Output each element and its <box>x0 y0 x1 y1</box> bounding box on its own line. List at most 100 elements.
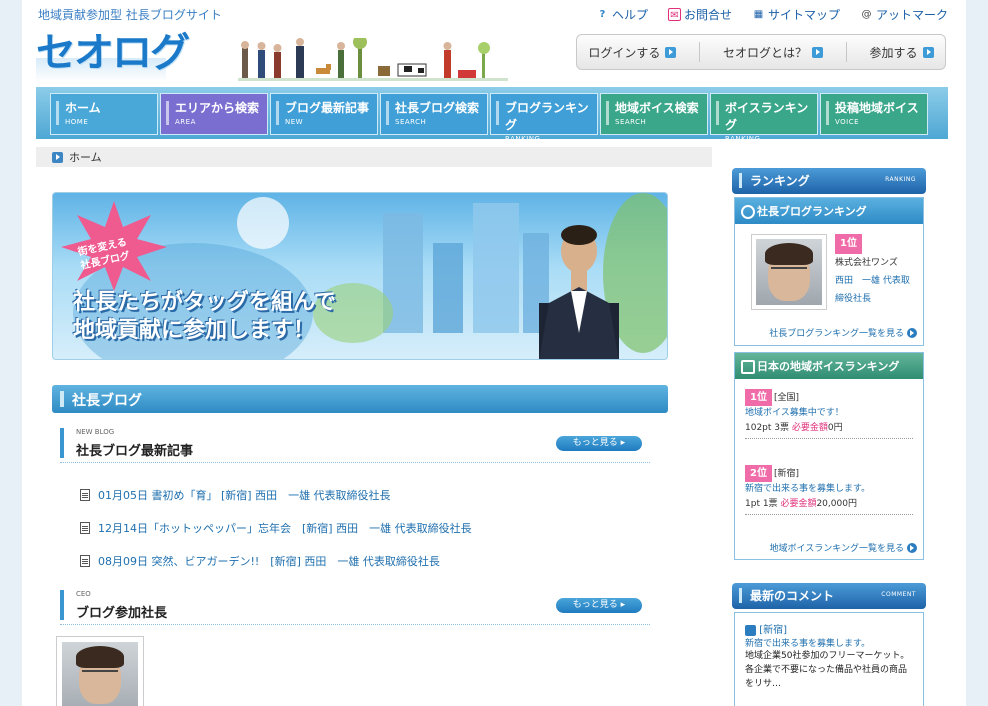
need-amount: 0円 <box>827 423 843 433</box>
mail-icon: ✉ <box>667 8 681 21</box>
comment-header-en: COMMENT <box>881 591 916 598</box>
nav-sublabel: VOICE <box>835 118 860 126</box>
nav-home[interactable]: ホーム HOME <box>50 93 158 135</box>
nav-label: ブログランキング <box>505 101 589 132</box>
list-item[interactable]: 08月09日 突然、ビアガーデン!! [新宿] 西田 一雄 代表取締役社長 <box>80 544 640 577</box>
nav-sublabel: AREA <box>175 118 196 126</box>
play-icon <box>745 624 756 636</box>
voice-points: 1pt 1票 <box>745 499 778 509</box>
voice-entry[interactable]: 1位 [全国] 地域ボイス募集中です！ 102pt 3票 必要金額0円 <box>745 389 913 439</box>
figurines-illustration <box>238 38 508 81</box>
about-button-label: セオログとは？ <box>722 45 807 60</box>
nav-voice-search[interactable]: 地域ボイス検索 SEARCH <box>600 93 708 135</box>
main-nav: ホーム HOME エリアから検索 AREA ブログ最新記事 NEW 社長ブログ検… <box>36 87 948 143</box>
utility-links: ? ヘルプ ✉ お問合せ ▦ サイトマップ @ アットマーク <box>596 6 948 23</box>
blog-ranking-list-link[interactable]: 社長ブログランキング一覧を見る <box>769 326 917 339</box>
person-name-line-1[interactable]: 西田 一雄 代表取 <box>835 272 910 290</box>
sitemap-link[interactable]: ▦ サイトマップ <box>752 6 840 23</box>
atmark-link[interactable]: @ アットマーク <box>860 6 948 23</box>
arrow-right-icon <box>52 151 63 163</box>
nav-sublabel: NEW <box>285 118 304 126</box>
nav-label: ホーム <box>65 101 101 115</box>
nav-sublabel: HOME <box>65 118 89 126</box>
nav-label: ブログ最新記事 <box>285 101 370 115</box>
more-button[interactable]: もっと見る ▸ <box>556 436 642 451</box>
voice-ranking-link-label: 地域ボイスランキング一覧を見る <box>769 544 904 554</box>
voice-entry[interactable]: 2位 [新宿] 新宿で出来る事を募集します。 1pt 1票 必要金額20,000円 <box>745 465 913 515</box>
nav-post-voice[interactable]: 投稿地域ボイス VOICE <box>820 93 928 135</box>
nav-label: 投稿地域ボイス <box>835 101 919 115</box>
portrait-image <box>62 642 138 706</box>
voice-ranking-list-link[interactable]: 地域ボイスランキング一覧を見る <box>770 541 917 554</box>
nav-sublabel: SEARCH <box>615 118 647 126</box>
nav-area-search[interactable]: エリアから検索 AREA <box>160 93 268 135</box>
nav-label: エリアから検索 <box>175 101 260 115</box>
voice-title[interactable]: 地域ボイス募集中です！ <box>745 406 913 421</box>
ranking-header-en: RANKING <box>885 176 916 183</box>
breadcrumb: ホーム <box>36 147 712 167</box>
divider <box>845 42 847 62</box>
banner-headline: 社長たちがタッグを組んで 地域貢献に参加します！ <box>73 289 336 345</box>
more-button[interactable]: もっと見る ▸ <box>556 598 642 613</box>
contact-link[interactable]: ✉ お問合せ <box>667 6 732 23</box>
login-button[interactable]: ログインする <box>588 44 677 61</box>
latest-title: 社長ブログ最新記事 <box>76 444 194 459</box>
list-item[interactable]: 01月05日 書初め「育」 [新宿] 西田 一雄 代表取締役社長 <box>80 478 640 511</box>
ranking-header-label: ランキング <box>750 174 810 188</box>
login-button-label: ログインする <box>588 45 661 60</box>
arrow-right-icon <box>907 542 917 553</box>
divider <box>699 42 701 62</box>
voice-ranking-box: 日本の地域ボイスランキング 1位 [全国] 地域ボイス募集中です！ 102pt 3… <box>734 352 924 560</box>
latest-posts-header: NEW BLOG 社長ブログ最新記事 もっと見る ▸ <box>60 428 650 460</box>
arrow-right-icon <box>665 46 677 58</box>
sitemap-link-label: サイトマップ <box>767 8 840 22</box>
at-mark-icon: @ <box>861 9 872 20</box>
help-link[interactable]: ? ヘルプ <box>596 6 648 23</box>
nav-sublabel: SEARCH <box>395 118 427 126</box>
rank-badge: 1位 <box>835 234 862 254</box>
heading-mark <box>60 590 64 620</box>
nav-sublabel: RANKING <box>505 135 541 143</box>
nav-voice-ranking[interactable]: ボイスランキング RANKING <box>710 93 818 143</box>
about-button[interactable]: セオログとは？ <box>723 44 823 61</box>
comment-region[interactable]: [新宿] <box>759 625 787 636</box>
ceo-header: CEO ブログ参加社長 もっと見る ▸ <box>60 590 650 622</box>
latest-posts-list: 01月05日 書初め「育」 [新宿] 西田 一雄 代表取締役社長 12月14日「… <box>80 478 640 577</box>
ceo-title: ブログ参加社長 <box>76 606 168 621</box>
comment-header-label: 最新のコメント <box>750 589 835 603</box>
join-button-label: 参加する <box>869 45 918 60</box>
ranked-ceo-photo[interactable] <box>751 234 827 310</box>
top-button-bar: ログインする セオログとは？ 参加する <box>576 34 946 70</box>
list-item[interactable]: 12月14日「ホットッペッパー」忘年会 [新宿] 西田 一雄 代表取締役社長 <box>80 511 640 544</box>
arrow-right-icon <box>922 46 934 58</box>
help-icon: ? <box>599 9 606 20</box>
blog-ranking-title: 社長ブログランキング <box>735 198 923 224</box>
nav-latest-blog[interactable]: ブログ最新記事 NEW <box>270 93 378 135</box>
voice-title[interactable]: 新宿で出来る事を募集します。 <box>745 482 913 497</box>
comment-box: [新宿] 新宿で出来る事を募集します。 地域企業50社参加のフリーマーケット。各… <box>734 612 924 706</box>
breadcrumb-home[interactable]: ホーム <box>69 149 102 165</box>
voice-area: [全国] <box>773 393 799 403</box>
divider <box>745 438 913 439</box>
comment-body: 地域企業50社参加のフリーマーケット。各企業で不要になった備品や社員の商品をリサ… <box>745 651 910 689</box>
document-icon <box>80 521 90 534</box>
nav-blog-ranking[interactable]: ブログランキング RANKING <box>490 93 598 143</box>
nav-label: 社長ブログ検索 <box>395 101 480 115</box>
atmark-link-label: アットマーク <box>875 8 948 22</box>
help-link-label: ヘルプ <box>611 8 648 22</box>
ceo-photo[interactable] <box>56 636 144 706</box>
nav-label: 地域ボイス検索 <box>615 101 699 115</box>
post-title: 12月14日「ホットッペッパー」忘年会 [新宿] 西田 一雄 代表取締役社長 <box>98 521 472 535</box>
need-label: 必要金額 <box>780 499 817 509</box>
hero-banner[interactable]: 街を変える 社長ブログ 社長たちがタッグを組んで 地域貢献に参加します！ <box>52 192 668 360</box>
comment-title[interactable]: 新宿で出来る事を募集します。 <box>745 636 913 649</box>
post-title: 01月05日 書初め「育」 [新宿] 西田 一雄 代表取締役社長 <box>98 488 391 502</box>
arrow-right-icon <box>907 327 917 338</box>
heading-mark <box>60 428 64 458</box>
nav-blog-search[interactable]: 社長ブログ検索 SEARCH <box>380 93 488 135</box>
join-button[interactable]: 参加する <box>870 44 934 61</box>
site-logo[interactable]: セオログ <box>36 20 190 78</box>
need-amount: 20,000円 <box>816 499 857 509</box>
person-name-line-2[interactable]: 締役社長 <box>835 290 910 308</box>
rank-badge: 2位 <box>745 465 772 482</box>
